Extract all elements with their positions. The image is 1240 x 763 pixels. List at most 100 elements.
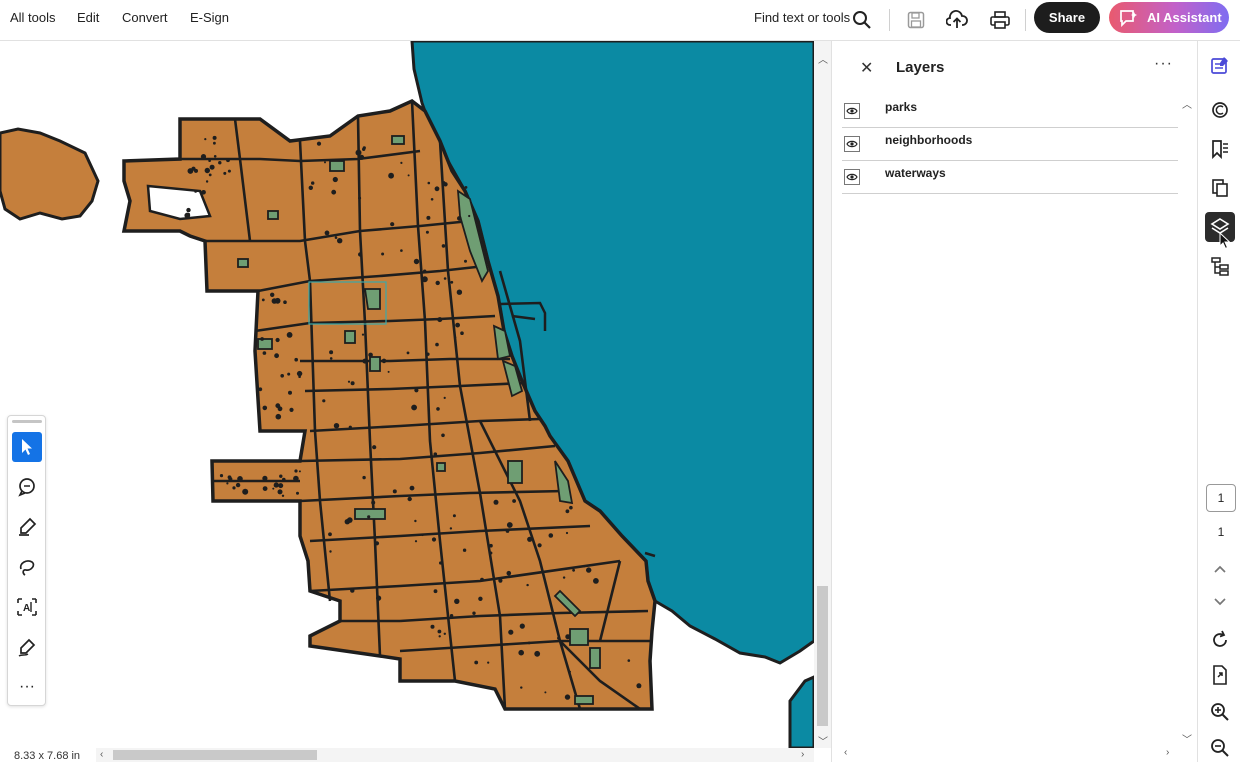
document-view[interactable] — [0, 41, 814, 748]
menu-esign[interactable]: E-Sign — [190, 10, 229, 25]
pond-dot — [331, 189, 337, 195]
scroll-down-arrow-icon[interactable]: ﹀ — [818, 733, 828, 748]
pond-dot — [487, 661, 490, 664]
pond-dot — [565, 509, 570, 514]
panel-grip[interactable] — [12, 420, 42, 423]
layers-horizontal-scrollbar[interactable]: ‹ › — [840, 747, 1176, 761]
save-icon[interactable] — [902, 6, 930, 34]
cloud-upload-icon[interactable] — [943, 6, 971, 34]
layer-label: neighborhoods — [885, 133, 973, 147]
text-recognition-icon[interactable]: A — [12, 592, 42, 622]
select-tool-icon[interactable] — [12, 432, 42, 462]
pond-dot — [348, 425, 352, 429]
pond-dot — [212, 135, 217, 140]
scroll-down-arrow-icon[interactable]: ﹀ — [1182, 731, 1192, 746]
pond-dot — [362, 358, 368, 364]
pond-dot — [347, 380, 351, 383]
document-horizontal-scrollbar[interactable]: ‹ › — [96, 748, 814, 762]
scroll-up-arrow-icon[interactable]: ︿ — [818, 51, 828, 66]
menu-convert[interactable]: Convert — [122, 10, 168, 25]
mouse-cursor-icon — [1219, 232, 1231, 250]
pond-dot — [223, 171, 227, 175]
document-vertical-scrollbar[interactable]: ︿ ﹀ — [814, 41, 831, 748]
pond-dot — [213, 141, 216, 145]
zoom-out-icon[interactable] — [1205, 733, 1235, 763]
pond-dot — [411, 404, 417, 411]
more-options-icon[interactable]: ··· — [1154, 55, 1173, 73]
pond-dot — [277, 489, 283, 495]
tags-icon[interactable] — [1205, 251, 1235, 281]
pages-icon[interactable] — [1205, 173, 1235, 203]
eye-icon[interactable] — [844, 169, 860, 185]
scroll-up-arrow-icon[interactable]: ︿ — [1182, 96, 1192, 111]
pond-dot — [262, 405, 268, 411]
pond-dot — [452, 514, 456, 518]
layer-row-waterways[interactable]: waterways — [842, 161, 1178, 194]
prev-page-icon[interactable] — [1205, 554, 1235, 584]
pond-dot — [407, 174, 410, 177]
pond-dot — [462, 548, 467, 552]
highlighter-icon[interactable] — [12, 512, 42, 542]
neighborhood-area — [0, 127, 100, 221]
scroll-left-arrow-icon[interactable]: ‹ — [844, 747, 847, 758]
layer-row-parks[interactable]: parks — [842, 95, 1178, 128]
layers-panel-title: Layers — [896, 59, 945, 76]
current-page-input[interactable]: 1 — [1206, 484, 1236, 512]
eye-icon[interactable] — [844, 103, 860, 119]
pond-dot — [278, 483, 284, 489]
pond-dot — [400, 161, 403, 164]
pond-dot — [359, 154, 365, 160]
pond-dot — [187, 212, 191, 216]
pond-dot — [519, 623, 525, 629]
pond-dot — [329, 550, 332, 553]
pond-dot — [329, 357, 333, 360]
pond-dot — [294, 469, 298, 473]
pond-dot — [358, 196, 362, 200]
pond-dot — [367, 515, 371, 519]
zoom-in-icon[interactable] — [1205, 697, 1235, 727]
pond-dot — [572, 568, 575, 572]
more-tools-icon[interactable]: ··· — [12, 672, 42, 702]
share-button[interactable]: Share — [1034, 2, 1100, 33]
pond-dot — [260, 337, 264, 341]
layers-vertical-scrollbar[interactable]: ︿ ﹀ — [1180, 96, 1194, 746]
comment-icon[interactable] — [12, 472, 42, 502]
scroll-right-arrow-icon[interactable]: › — [1166, 747, 1169, 758]
scroll-left-arrow-icon[interactable]: ‹ — [100, 749, 103, 760]
pond-dot — [433, 452, 438, 457]
pond-dot — [557, 636, 561, 640]
sign-pen-icon[interactable] — [12, 632, 42, 662]
edit-pdf-icon[interactable] — [1205, 51, 1235, 81]
pond-dot — [232, 486, 236, 490]
map-canvas — [0, 41, 814, 748]
menu-all-tools[interactable]: All tools — [10, 10, 56, 25]
toolbar-divider — [889, 9, 890, 31]
pond-dot — [282, 477, 286, 482]
pond-dot — [237, 476, 243, 482]
bookmarks-icon[interactable] — [1205, 134, 1235, 164]
comments-icon[interactable] — [1205, 95, 1235, 125]
layer-row-neighborhoods[interactable]: neighborhoods — [842, 128, 1178, 161]
eye-icon[interactable] — [844, 136, 860, 152]
rotate-icon[interactable] — [1205, 625, 1235, 655]
extract-icon[interactable] — [1205, 660, 1235, 690]
quick-tools-panel: A ··· — [7, 415, 46, 706]
next-page-icon[interactable] — [1205, 587, 1235, 617]
find-text-label[interactable]: Find text or tools — [754, 10, 850, 25]
pond-dot — [423, 269, 427, 273]
scrollbar-thumb[interactable] — [817, 586, 828, 726]
search-icon[interactable] — [848, 6, 876, 34]
pond-dot — [201, 190, 206, 195]
ai-assistant-button[interactable]: AI Assistant — [1109, 2, 1229, 33]
menu-edit[interactable]: Edit — [77, 10, 99, 25]
print-icon[interactable] — [986, 6, 1014, 34]
draw-freeform-icon[interactable] — [12, 552, 42, 582]
scrollbar-thumb[interactable] — [113, 750, 317, 760]
scroll-right-arrow-icon[interactable]: › — [801, 749, 804, 760]
close-icon[interactable]: ✕ — [860, 58, 873, 78]
pond-dot — [293, 475, 299, 482]
page-dimensions: 8.33 x 7.68 in — [14, 750, 81, 762]
right-rail: 1 1 — [1197, 41, 1240, 762]
pond-dot — [565, 531, 569, 535]
top-toolbar: All tools Edit Convert E-Sign Find text … — [0, 0, 1240, 41]
